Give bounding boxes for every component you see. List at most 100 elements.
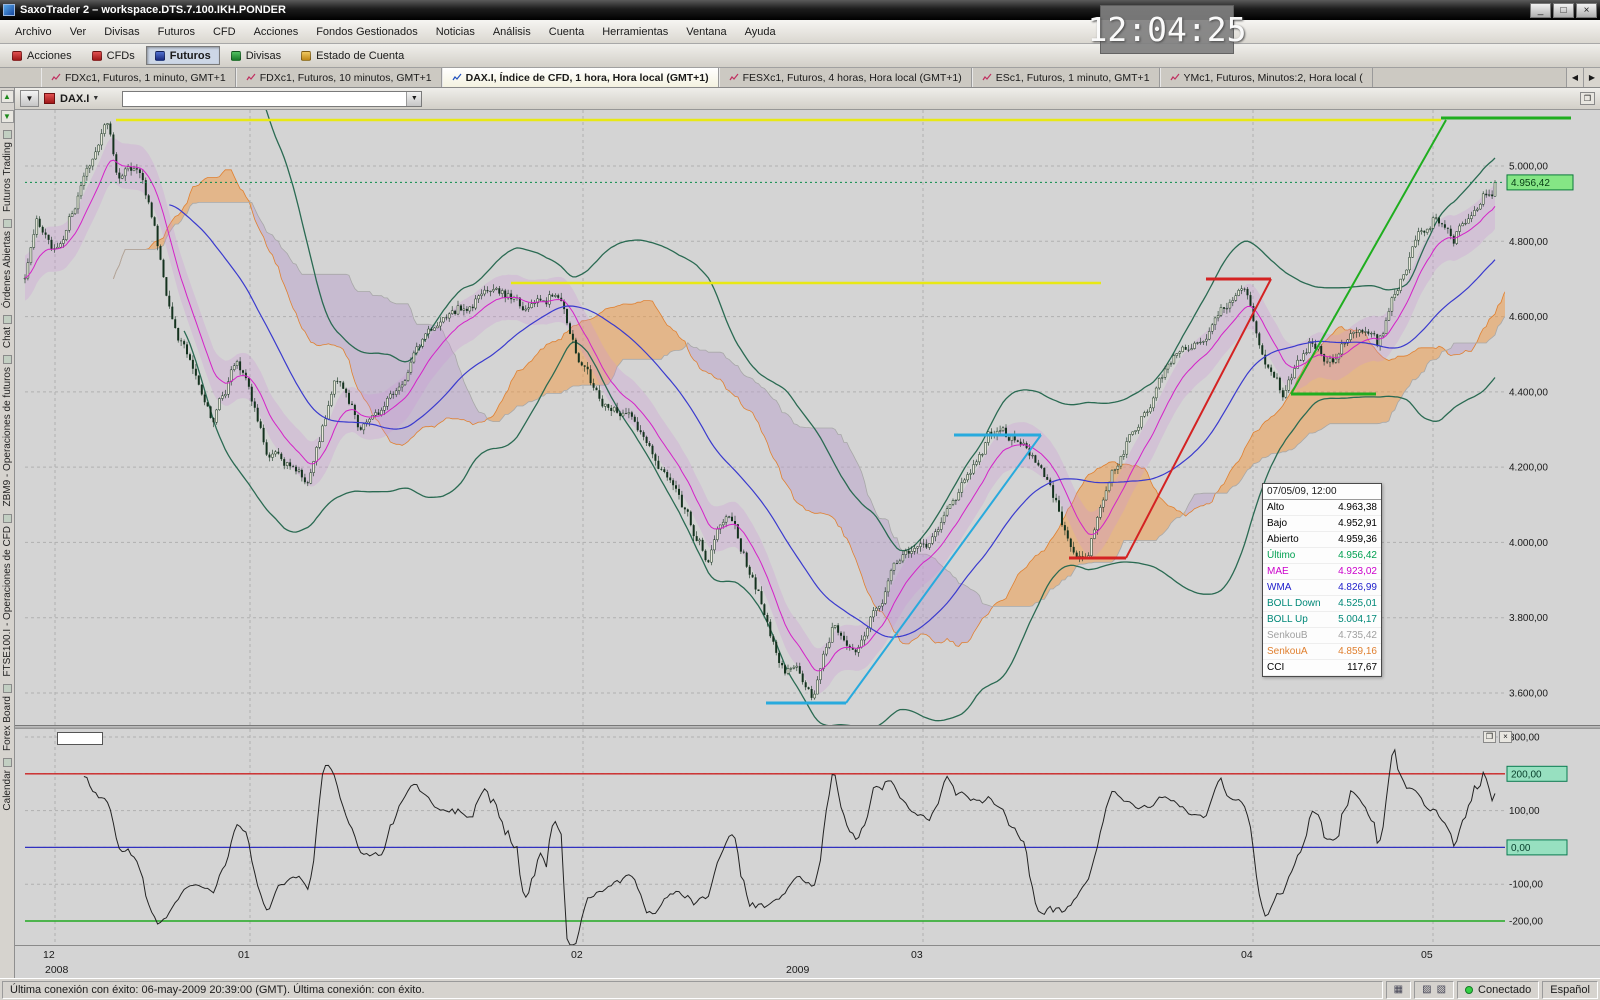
data-window[interactable]: 07/05/09, 12:00 Alto4.963,38Bajo4.952,91…: [1262, 483, 1382, 677]
sidebar-item-label: Órdenes Abiertas: [2, 231, 13, 308]
cci-chart[interactable]: 300,00200,00100,000,00-100,00-200,00200,…: [15, 729, 1600, 945]
dock-sidebar: ▲ ▼ Futuros Trading Órdenes Abiertas Cha…: [0, 88, 15, 978]
chart-tab-daxi-1hora-active[interactable]: DAX.I, Índice de CFD, 1 hora, Hora local…: [442, 68, 719, 87]
time-axis[interactable]: 12010203040520082009: [15, 945, 1600, 978]
menu-ventana[interactable]: Ventana: [677, 22, 735, 42]
sidebar-item-zbm9-operaciones[interactable]: ZBM9 - Operaciones de futuros: [2, 355, 13, 507]
toolbar-button-cfds[interactable]: CFDs: [83, 46, 144, 65]
menu-divisas[interactable]: Divisas: [95, 22, 148, 42]
data-window-rows: Alto4.963,38Bajo4.952,91Abierto4.959,36Ú…: [1263, 500, 1381, 676]
module-toolbar: Acciones CFDs Futuros Divisas Estado de …: [0, 44, 1600, 68]
sidebar-item-ordenes-abiertas[interactable]: Órdenes Abiertas: [2, 219, 13, 308]
maximize-button[interactable]: □: [1553, 3, 1574, 18]
cci-label-box: [57, 732, 103, 745]
month-label: 12: [43, 949, 55, 961]
chart-icon: [452, 73, 462, 82]
panel-maximize-icon[interactable]: ❒: [1580, 92, 1595, 105]
chart-tab-fdxc1-10min[interactable]: FDXc1, Futuros, 10 minutos, GMT+1: [236, 68, 442, 87]
acciones-icon: [12, 51, 22, 61]
chart-tab-label: FESXc1, Futuros, 4 horas, Hora local (GM…: [743, 72, 962, 84]
menu-cuenta[interactable]: Cuenta: [540, 22, 593, 42]
connection-label: Conectado: [1478, 984, 1531, 996]
menu-analisis[interactable]: Análisis: [484, 22, 540, 42]
sidebar-item-label: Forex Board: [2, 696, 13, 751]
chart-tab-esc1-1min[interactable]: ESc1, Futuros, 1 minuto, GMT+1: [972, 68, 1160, 87]
instrument-search-combo[interactable]: ▼: [122, 91, 422, 107]
sidebar-item-ftse100-operaciones[interactable]: FTSE100.I - Operaciones de CFD: [2, 514, 13, 677]
status-network-cell[interactable]: ▨ ▧: [1414, 981, 1454, 999]
close-button[interactable]: ×: [1576, 3, 1597, 18]
futuros-icon: [155, 51, 165, 61]
clock-time: 12:04:25: [1088, 10, 1247, 49]
menu-archivo[interactable]: Archivo: [6, 22, 61, 42]
chart-tab-fesxc1-4horas[interactable]: FESXc1, Futuros, 4 horas, Hora local (GM…: [719, 68, 972, 87]
menu-herramientas[interactable]: Herramientas: [593, 22, 677, 42]
dock-arrow-down-icon[interactable]: ▼: [1, 110, 14, 123]
menu-acciones[interactable]: Acciones: [245, 22, 308, 42]
tab-scroll-right-icon[interactable]: ▶: [1583, 68, 1600, 87]
chart-header: ▼ DAX.I ▼ ▼ ❒: [15, 88, 1600, 110]
cci-close-icon[interactable]: ×: [1499, 731, 1512, 743]
combo-dropdown-icon[interactable]: ▼: [406, 92, 421, 106]
chart-menu-dropdown-icon[interactable]: ▼: [20, 90, 39, 107]
month-label: 03: [911, 949, 923, 961]
chart-icon: [982, 73, 992, 82]
data-window-row: CCI117,67: [1263, 660, 1381, 676]
status-layout-cell[interactable]: ▦: [1386, 981, 1411, 999]
chart-tab-fdxc1-1min[interactable]: FDXc1, Futuros, 1 minuto, GMT+1: [41, 68, 236, 87]
panel-icon: [3, 758, 12, 767]
month-label: 05: [1421, 949, 1433, 961]
toolbar-button-acciones[interactable]: Acciones: [3, 46, 81, 65]
year-label: 2008: [45, 964, 68, 976]
svg-text:0,00: 0,00: [1511, 843, 1531, 854]
toolbar-button-futuros[interactable]: Futuros: [146, 46, 220, 65]
sidebar-item-calendar[interactable]: Calendar: [2, 758, 13, 811]
cci-panel-buttons: ❒ ×: [1483, 731, 1512, 743]
menu-futuros[interactable]: Futuros: [149, 22, 204, 42]
chart-panel: ▼ DAX.I ▼ ▼ ❒ 4.956,425.000,004.800,004.…: [15, 88, 1600, 978]
sidebar-item-forex-board[interactable]: Forex Board: [2, 684, 13, 751]
minimize-button[interactable]: _: [1530, 3, 1551, 18]
menu-ver[interactable]: Ver: [61, 22, 96, 42]
svg-text:4.200,00: 4.200,00: [1509, 463, 1548, 474]
sidebar-item-label: FTSE100.I - Operaciones de CFD: [2, 526, 13, 677]
toolbar-button-label: Estado de Cuenta: [316, 50, 404, 62]
menu-cfd[interactable]: CFD: [204, 22, 245, 42]
language-label: Español: [1550, 984, 1590, 996]
estado-cuenta-icon: [301, 51, 311, 61]
svg-text:-100,00: -100,00: [1509, 880, 1543, 891]
connection-led-icon: [1465, 986, 1473, 994]
chart-tab-label: DAX.I, Índice de CFD, 1 hora, Hora local…: [466, 72, 709, 84]
toolbar-button-estado-de-cuenta[interactable]: Estado de Cuenta: [292, 46, 413, 65]
tab-scroll-left-icon[interactable]: ◀: [1566, 68, 1583, 87]
dock-arrow-up-icon[interactable]: ▲: [1, 90, 14, 103]
svg-text:300,00: 300,00: [1509, 733, 1540, 744]
language-selector[interactable]: Español: [1542, 981, 1598, 999]
cfds-icon: [92, 51, 102, 61]
symbol-selector[interactable]: DAX.I ▼: [60, 93, 99, 105]
menu-fondos-gestionados[interactable]: Fondos Gestionados: [307, 22, 427, 42]
symbol-label: DAX.I: [60, 93, 89, 105]
sidebar-item-futuros-trading[interactable]: Futuros Trading: [2, 130, 13, 212]
menu-noticias[interactable]: Noticias: [427, 22, 484, 42]
svg-text:4.956,42: 4.956,42: [1511, 178, 1550, 189]
toolbar-button-divisas[interactable]: Divisas: [222, 46, 290, 65]
chart-icon: [51, 73, 61, 82]
month-label: 02: [571, 949, 583, 961]
panel-icon: [3, 514, 12, 523]
chart-tab-label: YMc1, Futuros, Minutos:2, Hora local (: [1184, 72, 1363, 84]
panel-icon: [3, 130, 12, 139]
cci-indicator-area[interactable]: 300,00200,00100,000,00-100,00-200,00200,…: [15, 729, 1600, 945]
panel-icon: [3, 219, 12, 228]
keyboard-layout-icon: ▦: [1394, 984, 1403, 995]
menu-ayuda[interactable]: Ayuda: [736, 22, 785, 42]
chevron-down-icon: ▼: [92, 95, 99, 102]
chart-tab-ymc1-minutos2[interactable]: YMc1, Futuros, Minutos:2, Hora local (: [1160, 68, 1373, 87]
price-chart-area[interactable]: 4.956,425.000,004.800,004.600,004.400,00…: [15, 110, 1600, 725]
cci-restore-icon[interactable]: ❒: [1483, 731, 1496, 743]
instrument-icon: [44, 93, 55, 104]
sidebar-item-chat[interactable]: Chat: [2, 315, 13, 348]
clock-overlay: 12:04:25: [1100, 5, 1234, 54]
sidebar-item-label: Calendar: [2, 770, 13, 811]
svg-text:200,00: 200,00: [1511, 769, 1542, 780]
